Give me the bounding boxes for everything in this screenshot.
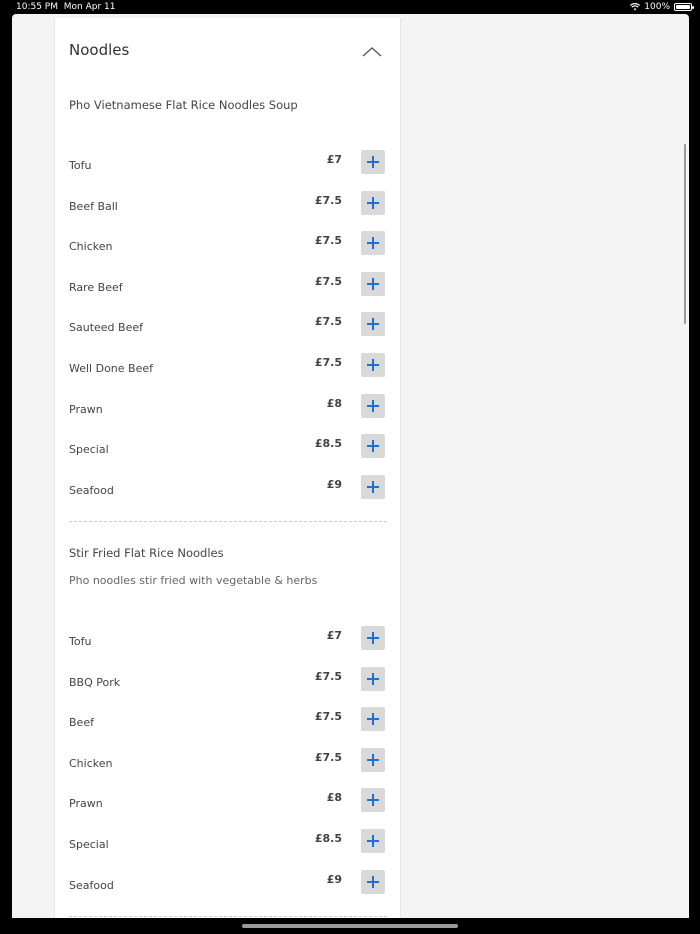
menu-item: Chicken £7.5 [69,231,385,256]
menu-item-name: Seafood [69,483,114,497]
menu-item-name: Beef Ball [69,199,118,213]
menu-item-price: £7.5 [314,315,342,329]
add-item-button[interactable] [361,869,385,894]
add-item-button[interactable] [361,829,385,853]
add-item-button[interactable] [361,393,385,418]
group-description: Pho noodles stir fried with vegetable & … [69,574,318,587]
add-item-button[interactable] [361,747,385,772]
menu-item: Sauteed Beef £7.5 [69,312,385,337]
menu-item-price: £8.5 [314,832,342,845]
menu-item: Seafood £9 [69,869,385,894]
menu-item-name: Special [69,443,109,457]
menu-item-name: Special [69,838,109,851]
menu-item-price: £7.5 [314,750,342,764]
menu-item-price: £7.5 [314,669,342,683]
menu-item-name: Seafood [69,878,114,892]
menu-item-name: Beef [69,716,94,730]
menu-item-price: £8 [326,396,342,410]
menu-item-name: Prawn [69,402,103,416]
menu-item-name: Tofu [69,635,92,648]
menu-item: Beef £7.5 [69,707,385,732]
menu-item: Rare Beef £7.5 [69,271,385,296]
status-time-text: 10:55 PM [16,2,58,12]
home-indicator[interactable] [242,924,458,928]
status-bar: 10:55 PM Mon Apr 11 100% [0,0,700,14]
group-divider [69,915,387,917]
section-title: Noodles [69,41,130,59]
menu-item-price: £7 [326,629,342,642]
add-item-button[interactable] [361,434,385,459]
add-item-button[interactable] [361,271,385,296]
section-header[interactable]: Noodles [69,40,386,64]
app-frame: Noodles Pho Vietnamese Flat Rice Noodles… [12,14,689,918]
menu-item: Seafood £9 [69,474,385,499]
status-time: 10:55 PM Mon Apr 11 [16,2,115,12]
menu-item-name: Chicken [69,756,113,770]
add-item-button[interactable] [361,666,385,691]
menu-item: Beef Ball £7.5 [69,190,385,215]
menu-item: Special £8.5 [69,829,385,853]
menu-item: Prawn £8 [69,788,385,813]
menu-item: Tofu £7 [69,626,385,650]
add-item-button[interactable] [361,231,385,256]
status-date-text: Mon Apr 11 [63,2,116,12]
add-item-button[interactable] [361,190,385,215]
wifi-icon [630,3,641,11]
menu-item: BBQ Pork £7.5 [69,666,385,691]
menu-item-name: Prawn [69,797,103,811]
add-item-button[interactable] [361,474,385,499]
menu-item-price: £9 [326,477,342,491]
menu-item: Special £8.5 [69,434,385,459]
menu-item-name: Tofu [69,159,92,172]
menu-item: Chicken £7.5 [69,747,385,772]
group-divider [69,520,387,522]
menu-item-price: £7.5 [314,356,342,369]
menu-item-price: £7 [326,153,342,166]
menu-item-price: £7.5 [314,234,342,248]
battery-icon [674,3,694,11]
add-item-button[interactable] [361,707,385,732]
menu-item: Well Done Beef £7.5 [69,353,385,377]
menu-item-price: £7.5 [314,710,342,724]
scrollbar[interactable] [684,144,686,324]
status-right: 100% [630,2,694,12]
add-item-button[interactable] [361,150,385,174]
add-item-button[interactable] [361,312,385,337]
menu-item-price: £7.5 [314,193,342,207]
menu-item-name: Sauteed Beef [69,321,143,335]
menu-item: Tofu £7 [69,150,385,174]
menu-panel: Noodles Pho Vietnamese Flat Rice Noodles… [54,18,401,918]
add-item-button[interactable] [361,788,385,813]
menu-item-name: Well Done Beef [69,362,153,375]
menu-item-price: £8.5 [314,437,342,451]
add-item-button[interactable] [361,626,385,650]
battery-percent: 100% [644,2,670,12]
chevron-up-icon [362,47,382,57]
group-title: Stir Fried Flat Rice Noodles [69,546,224,560]
menu-item-name: BBQ Pork [69,675,121,689]
menu-item-name: Rare Beef [69,280,123,294]
menu-item-price: £7.5 [314,274,342,288]
collapse-button[interactable] [360,42,384,62]
menu-item-price: £9 [326,872,342,886]
group-title: Pho Vietnamese Flat Rice Noodles Soup [69,98,298,112]
menu-item: Prawn £8 [69,393,385,418]
menu-item-name: Chicken [69,240,113,254]
menu-item-price: £8 [326,791,342,805]
add-item-button[interactable] [361,353,385,377]
